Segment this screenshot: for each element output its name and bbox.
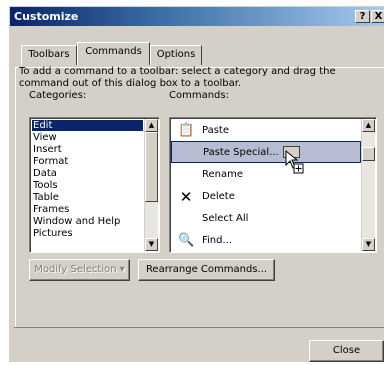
command-item-selected[interactable]: Paste Special...: [171, 141, 361, 163]
category-item[interactable]: Pictures: [32, 228, 143, 239]
command-label: Find...: [202, 235, 233, 246]
category-item[interactable]: Format: [32, 156, 143, 167]
command-item[interactable]: ✕ Delete: [171, 186, 361, 208]
category-item[interactable]: Frames: [32, 204, 143, 215]
tab-options-label: Options: [156, 49, 196, 60]
rearrange-commands-button[interactable]: Rearrange Commands...: [138, 259, 275, 281]
tab-toolbars-label: Toolbars: [28, 49, 70, 60]
divider: [14, 327, 384, 328]
scroll-up-icon[interactable]: ▲: [362, 119, 375, 132]
modify-selection-button[interactable]: Modify Selection ▾: [29, 259, 130, 281]
command-item[interactable]: Rename: [171, 164, 361, 186]
scroll-down-icon[interactable]: ▼: [362, 238, 375, 251]
tab-commands-label: Commands: [85, 46, 142, 57]
category-item[interactable]: Tools: [32, 180, 143, 191]
tab-toolbars[interactable]: Toolbars: [21, 45, 77, 65]
category-item[interactable]: Table: [32, 192, 143, 203]
category-item[interactable]: Data: [32, 168, 143, 179]
scroll-down-icon[interactable]: ▼: [145, 238, 158, 251]
command-item[interactable]: 🔍 Find...: [171, 230, 361, 252]
window-title: Customize: [14, 10, 79, 23]
commands-label: Commands:: [169, 90, 229, 101]
scroll-thumb[interactable]: [362, 147, 375, 161]
command-label: Paste: [202, 125, 229, 136]
instructions-text: To add a command to a toolbar: select a …: [19, 66, 336, 89]
category-item[interactable]: Insert: [32, 144, 143, 155]
categories-listbox[interactable]: Edit View Insert Format Data Tools Table…: [29, 117, 160, 253]
scroll-up-icon[interactable]: ▲: [145, 119, 158, 132]
categories-label: Categories:: [29, 90, 87, 101]
title-bar[interactable]: Customize ? X: [10, 7, 384, 26]
tab-options[interactable]: Options: [150, 45, 202, 65]
find-icon: 🔍: [178, 233, 195, 248]
command-item[interactable]: Select All: [171, 208, 361, 230]
help-button[interactable]: ?: [355, 10, 370, 23]
command-item[interactable]: 📋 Paste: [171, 120, 361, 142]
command-label: Rename: [202, 169, 244, 180]
scroll-thumb[interactable]: [145, 132, 158, 202]
category-item[interactable]: Window and Help: [32, 216, 143, 227]
category-item[interactable]: View: [32, 132, 143, 143]
tab-commands[interactable]: Commands: [77, 42, 150, 65]
close-button[interactable]: Close: [309, 340, 384, 362]
command-label: Select All: [202, 213, 249, 224]
commands-listbox[interactable]: 📋 Paste Paste Special... Rename ✕ Delete…: [169, 117, 377, 253]
command-label: Delete: [202, 191, 235, 202]
cursor-icon: [285, 149, 304, 174]
command-label: Paste Special...: [203, 147, 279, 158]
paste-icon: 📋: [178, 123, 195, 138]
categories-scrollbar[interactable]: ▲ ▼: [144, 119, 158, 251]
category-item[interactable]: Edit: [32, 120, 143, 131]
close-window-button[interactable]: X: [371, 10, 384, 23]
delete-icon: ✕: [179, 188, 193, 206]
commands-scrollbar[interactable]: ▲ ▼: [361, 119, 375, 251]
